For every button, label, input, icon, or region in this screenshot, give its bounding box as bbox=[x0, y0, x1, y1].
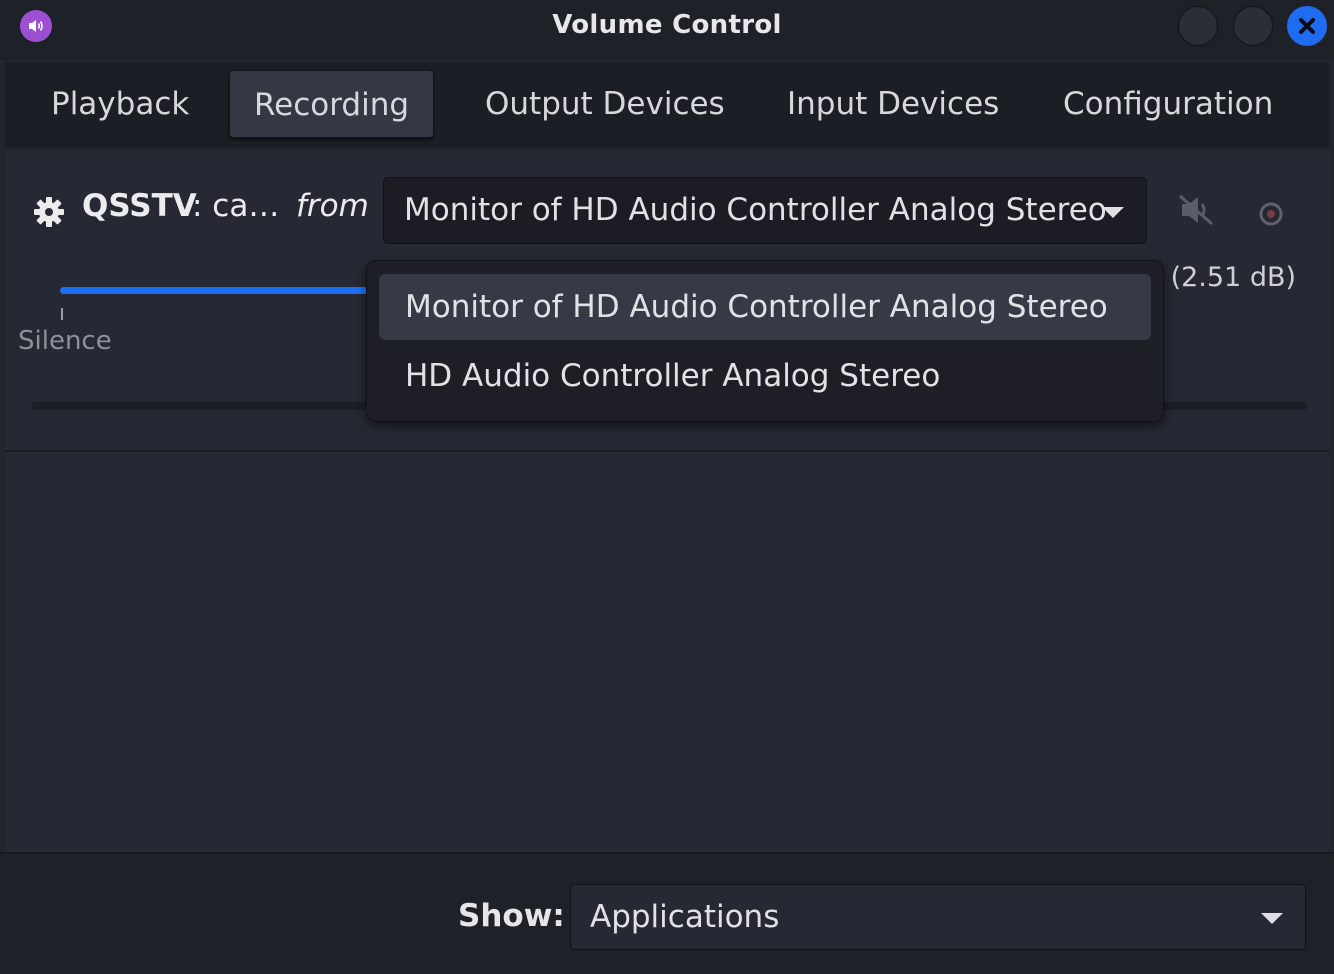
silence-tick bbox=[61, 308, 63, 320]
silence-label: Silence bbox=[18, 326, 112, 356]
maximize-button[interactable] bbox=[1233, 6, 1273, 46]
tab-configuration[interactable]: Configuration bbox=[1039, 70, 1297, 138]
chevron-down-icon bbox=[1102, 207, 1124, 218]
source-select[interactable]: Monitor of HD Audio Controller Analog St… bbox=[383, 177, 1147, 244]
window-title: Volume Control bbox=[552, 10, 782, 40]
close-icon bbox=[1299, 18, 1315, 34]
title-bar: Volume Control bbox=[0, 0, 1334, 60]
speaker-muted-icon[interactable] bbox=[1176, 192, 1216, 228]
source-dropdown-menu: Monitor of HD Audio Controller Analog St… bbox=[366, 260, 1164, 422]
tab-playback[interactable]: Playback bbox=[27, 70, 213, 138]
stream-app-name: QSSTV bbox=[82, 188, 197, 224]
show-select[interactable]: Applications bbox=[570, 884, 1306, 950]
gear-icon bbox=[30, 195, 68, 229]
minimize-button[interactable] bbox=[1178, 6, 1218, 46]
dropdown-option-monitor[interactable]: Monitor of HD Audio Controller Analog St… bbox=[379, 274, 1151, 340]
tab-input-devices[interactable]: Input Devices bbox=[763, 70, 1023, 138]
volume-slider[interactable] bbox=[60, 287, 370, 294]
close-button[interactable] bbox=[1287, 6, 1327, 46]
recording-panel bbox=[5, 150, 1329, 852]
chevron-down-icon bbox=[1261, 913, 1283, 924]
source-select-value: Monitor of HD Audio Controller Analog St… bbox=[404, 192, 1107, 228]
volume-db-readout: ̵ (2.51 dB) bbox=[1162, 262, 1297, 293]
tab-bar: Playback Recording Output Devices Input … bbox=[5, 62, 1329, 148]
stream-description: : ca… bbox=[192, 188, 280, 224]
from-label: from bbox=[296, 188, 369, 224]
show-select-value: Applications bbox=[590, 899, 780, 935]
stream-separator bbox=[5, 450, 1329, 452]
tab-recording[interactable]: Recording bbox=[229, 70, 435, 138]
dropdown-option-analog-stereo[interactable]: HD Audio Controller Analog Stereo bbox=[379, 343, 1151, 409]
tab-output-devices[interactable]: Output Devices bbox=[461, 70, 749, 138]
record-lock-icon[interactable] bbox=[1257, 200, 1285, 228]
show-label: Show: bbox=[458, 898, 565, 934]
